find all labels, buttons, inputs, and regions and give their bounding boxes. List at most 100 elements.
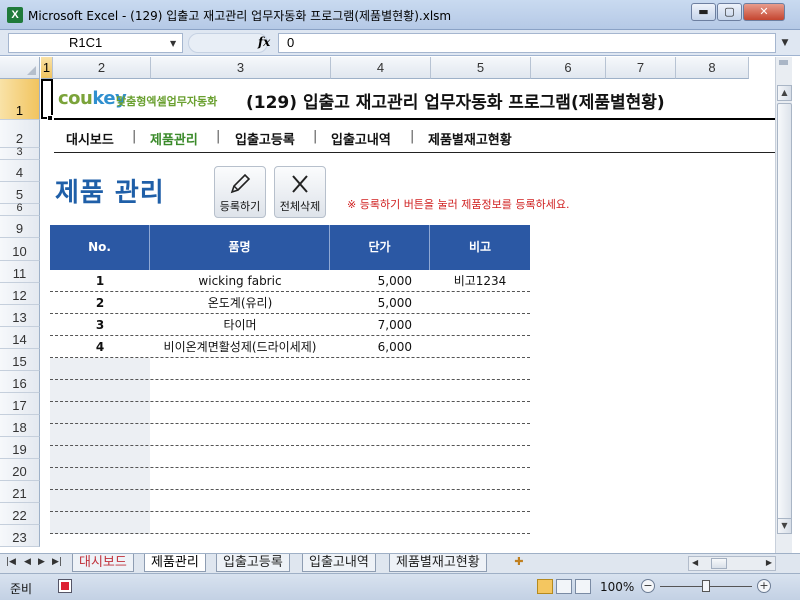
scroll-up-icon[interactable]: ▲ bbox=[777, 85, 792, 101]
formula-input[interactable]: 0 bbox=[278, 33, 776, 53]
vertical-scroll-thumb[interactable] bbox=[777, 103, 792, 523]
insert-function-icon[interactable]: fx bbox=[258, 35, 270, 49]
column-header[interactable]: 6 bbox=[531, 57, 606, 79]
zoom-in-icon[interactable]: + bbox=[757, 579, 771, 593]
tab-product-management[interactable]: 제품관리 bbox=[144, 554, 206, 572]
row-header[interactable]: 4 bbox=[0, 160, 40, 182]
table-row[interactable] bbox=[50, 402, 530, 424]
row-header[interactable]: 5 bbox=[0, 182, 40, 204]
tab-inout-register[interactable]: 입출고등록 bbox=[216, 554, 290, 572]
scroll-right-icon[interactable]: ▶ bbox=[766, 558, 772, 567]
menu-stock-by-product[interactable]: 제품별재고현황 bbox=[428, 129, 512, 148]
maximize-button[interactable]: ▢ bbox=[717, 3, 742, 21]
column-header[interactable]: 7 bbox=[606, 57, 676, 79]
table-row[interactable] bbox=[50, 380, 530, 402]
horizontal-scroll-thumb[interactable] bbox=[711, 558, 727, 569]
row-header[interactable]: 20 bbox=[0, 459, 40, 481]
column-header[interactable]: 2 bbox=[53, 57, 151, 79]
table-row[interactable] bbox=[50, 358, 530, 380]
menu-inout-history[interactable]: 입출고내역 bbox=[331, 129, 391, 148]
row-header[interactable]: 3 bbox=[0, 146, 40, 160]
next-sheet-icon[interactable]: ▶ bbox=[38, 557, 45, 567]
row-header[interactable]: 22 bbox=[0, 503, 40, 525]
zoom-out-icon[interactable]: − bbox=[641, 579, 655, 593]
table-row[interactable]: 1 wicking fabric 5,000 비고1234 bbox=[50, 270, 530, 292]
page-layout-view-icon[interactable] bbox=[556, 579, 572, 594]
table-row[interactable]: 4 비이온계면활성제(드라이세제) 6,000 bbox=[50, 336, 530, 358]
row-header[interactable]: 10 bbox=[0, 238, 40, 261]
table-row[interactable]: 2 온도계(유리) 5,000 bbox=[50, 292, 530, 314]
cell-price[interactable]: 7,000 bbox=[330, 314, 430, 336]
cell-name[interactable]: 온도계(유리) bbox=[150, 292, 330, 314]
row-header[interactable]: 19 bbox=[0, 437, 40, 459]
cell-name[interactable]: 비이온계면활성제(드라이세제) bbox=[150, 336, 330, 358]
table-row[interactable] bbox=[50, 468, 530, 490]
row-header[interactable]: 14 bbox=[0, 327, 40, 349]
cell-no[interactable]: 3 bbox=[50, 314, 150, 336]
row-header[interactable]: 13 bbox=[0, 305, 40, 327]
fill-handle[interactable] bbox=[47, 115, 53, 121]
first-sheet-icon[interactable]: |◀ bbox=[6, 557, 16, 567]
row-header[interactable]: 12 bbox=[0, 283, 40, 305]
minimize-button[interactable]: ▬ bbox=[691, 3, 716, 21]
cell-name[interactable]: 타이머 bbox=[150, 314, 330, 336]
cell-memo[interactable] bbox=[430, 336, 530, 358]
cell-no[interactable]: 1 bbox=[50, 270, 150, 292]
table-row[interactable] bbox=[50, 512, 530, 534]
row-header[interactable]: 15 bbox=[0, 349, 40, 371]
zoom-level[interactable]: 100% bbox=[600, 580, 634, 594]
row-header[interactable]: 9 bbox=[0, 216, 40, 238]
cell-memo[interactable] bbox=[430, 314, 530, 336]
close-button[interactable]: ✕ bbox=[743, 3, 785, 21]
column-header[interactable]: 3 bbox=[151, 57, 331, 79]
column-header[interactable]: 4 bbox=[331, 57, 431, 79]
excel-app-icon[interactable]: X bbox=[7, 7, 23, 23]
row-header[interactable]: 2 bbox=[0, 120, 40, 148]
tab-dashboard[interactable]: 대시보드 bbox=[72, 554, 134, 572]
row-header[interactable]: 16 bbox=[0, 371, 40, 393]
menu-dashboard[interactable]: 대시보드 bbox=[66, 129, 114, 148]
register-button[interactable]: 등록하기 bbox=[214, 166, 266, 218]
vertical-scrollbar[interactable]: ▲ ▼ bbox=[775, 57, 792, 553]
row-header[interactable]: 21 bbox=[0, 481, 40, 503]
column-header[interactable]: 1 bbox=[41, 57, 53, 79]
menu-product-management[interactable]: 제품관리 bbox=[150, 129, 198, 148]
menu-inout-register[interactable]: 입출고등록 bbox=[235, 129, 295, 148]
table-row[interactable] bbox=[50, 490, 530, 512]
column-header[interactable]: 8 bbox=[676, 57, 749, 79]
page-break-view-icon[interactable] bbox=[575, 579, 591, 594]
column-header[interactable]: 5 bbox=[431, 57, 531, 79]
row-header[interactable]: 17 bbox=[0, 393, 40, 415]
row-header[interactable]: 11 bbox=[0, 261, 40, 283]
select-all-corner[interactable] bbox=[0, 57, 40, 79]
prev-sheet-icon[interactable]: ◀ bbox=[24, 557, 31, 567]
row-header[interactable]: 1 bbox=[0, 79, 40, 120]
table-row[interactable] bbox=[50, 424, 530, 446]
scroll-left-icon[interactable]: ◀ bbox=[692, 558, 698, 567]
table-row[interactable]: 3 타이머 7,000 bbox=[50, 314, 530, 336]
cell-no[interactable]: 4 bbox=[50, 336, 150, 358]
expand-formula-bar-icon[interactable]: ▼ bbox=[778, 35, 792, 51]
formula-bar-grip[interactable] bbox=[188, 33, 268, 53]
table-row[interactable] bbox=[50, 446, 530, 468]
last-sheet-icon[interactable]: ▶| bbox=[52, 557, 62, 567]
cell-price[interactable]: 5,000 bbox=[330, 270, 430, 292]
delete-all-button[interactable]: 전체삭제 bbox=[274, 166, 326, 218]
cell-memo[interactable]: 비고1234 bbox=[430, 270, 530, 292]
cell-no[interactable]: 2 bbox=[50, 292, 150, 314]
cell-memo[interactable] bbox=[430, 292, 530, 314]
row-header[interactable]: 6 bbox=[0, 202, 40, 216]
tab-stock-by-product[interactable]: 제품별재고현황 bbox=[389, 554, 487, 572]
cell-price[interactable]: 6,000 bbox=[330, 336, 430, 358]
vertical-split-handle[interactable] bbox=[779, 60, 788, 65]
tab-inout-history[interactable]: 입출고내역 bbox=[302, 554, 376, 572]
cell-price[interactable]: 5,000 bbox=[330, 292, 430, 314]
zoom-slider-thumb[interactable] bbox=[702, 580, 710, 592]
scroll-down-icon[interactable]: ▼ bbox=[777, 518, 792, 534]
row-header[interactable]: 23 bbox=[0, 525, 40, 547]
name-box[interactable]: R1C1 bbox=[8, 33, 183, 53]
worksheet-grid[interactable]: 12345678 1 2 3 4 5 6 9 10 11 12 13 14 15 16 17 18 19 20 21… bbox=[0, 57, 800, 555]
row-header[interactable]: 18 bbox=[0, 415, 40, 437]
name-box-dropdown-icon[interactable]: ▼ bbox=[170, 39, 176, 48]
macro-record-icon[interactable] bbox=[58, 579, 72, 593]
